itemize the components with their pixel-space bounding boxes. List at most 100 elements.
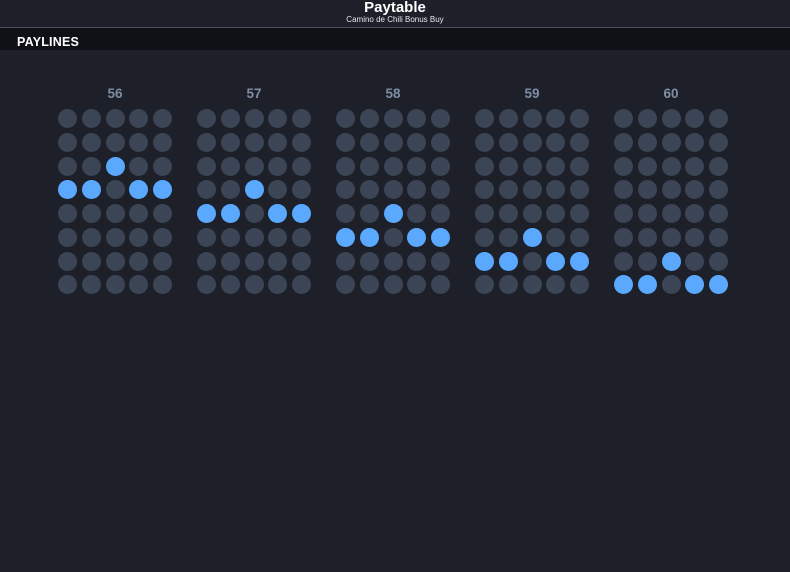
payline-dot — [359, 109, 379, 128]
payline-dot — [220, 156, 240, 176]
payline-grid — [473, 109, 591, 297]
payline-dot — [709, 227, 728, 247]
payline-number: 58 — [385, 86, 401, 101]
payline-dot — [431, 251, 450, 271]
payline-dot — [475, 109, 494, 128]
payline-dot — [637, 227, 657, 247]
payline-dot — [359, 156, 379, 176]
payline-dot — [292, 156, 311, 176]
payline-dot — [153, 156, 172, 176]
payline-dot — [244, 156, 264, 176]
payline-dot — [220, 275, 240, 295]
paytable-header: Paytable Camino de Chili Bonus Buy — [0, 0, 790, 28]
section-label: PAYLINES — [17, 35, 80, 49]
payline-dot — [407, 132, 427, 152]
payline-dot — [522, 204, 542, 223]
payline-dot — [614, 227, 633, 247]
payline-dot — [431, 132, 450, 152]
payline-number: 56 — [107, 86, 123, 101]
payline-dot — [197, 132, 216, 152]
payline-dot — [383, 275, 403, 295]
payline-dot-active — [336, 227, 355, 247]
payline-dot — [522, 251, 542, 271]
payline-dot — [105, 251, 125, 271]
payline-dot — [153, 204, 172, 223]
payline-dot — [685, 156, 705, 176]
payline-dot — [475, 180, 494, 200]
payline-dot-active — [197, 204, 216, 223]
payline-dot — [129, 132, 149, 152]
payline-number: 59 — [524, 86, 540, 101]
payline-dot — [709, 251, 728, 271]
payline-dot — [153, 251, 172, 271]
payline-dot — [522, 109, 542, 128]
payline-dot-active — [475, 251, 494, 271]
payline-dot — [475, 275, 494, 295]
payline-dot — [268, 109, 288, 128]
payline-dot — [244, 275, 264, 295]
payline-dot — [268, 251, 288, 271]
payline-dot-active — [498, 251, 518, 271]
payline-dot — [153, 109, 172, 128]
payline-dot — [129, 227, 149, 247]
payline-dot — [709, 180, 728, 200]
payline-dot — [359, 275, 379, 295]
payline-dot-active — [637, 275, 657, 295]
payline-number: 57 — [246, 86, 262, 101]
payline-dot — [661, 109, 681, 128]
payline-dot — [359, 251, 379, 271]
payline-dot — [268, 156, 288, 176]
payline-dot-active — [522, 227, 542, 247]
payline-dot — [292, 180, 311, 200]
payline-dot — [637, 132, 657, 152]
payline-dot — [407, 204, 427, 223]
payline-dot — [546, 275, 566, 295]
payline-dot — [685, 227, 705, 247]
payline-dot — [475, 132, 494, 152]
payline-dot — [336, 275, 355, 295]
payline-dot — [637, 156, 657, 176]
payline-dot — [407, 251, 427, 271]
payline-dot — [129, 109, 149, 128]
payline-dot — [197, 156, 216, 176]
payline-dot — [292, 275, 311, 295]
page-title: Paytable — [364, 0, 426, 16]
payline-dot — [359, 180, 379, 200]
payline-dot — [244, 251, 264, 271]
payline-dot — [220, 251, 240, 271]
game-subtitle: Camino de Chili Bonus Buy — [346, 15, 444, 24]
payline-dot — [268, 275, 288, 295]
payline-dot — [336, 132, 355, 152]
payline-dot-active — [709, 275, 728, 295]
payline-dot — [431, 275, 450, 295]
payline-dot — [81, 251, 101, 271]
payline-dot — [570, 180, 589, 200]
payline-dot — [336, 180, 355, 200]
payline-dot — [431, 109, 450, 128]
payline-dot — [292, 227, 311, 247]
payline-dot — [197, 275, 216, 295]
payline-dot — [383, 180, 403, 200]
payline-dot — [685, 109, 705, 128]
payline-dot — [105, 132, 125, 152]
payline-dot — [383, 109, 403, 128]
payline-dot — [614, 251, 633, 271]
payline-dot — [58, 204, 77, 223]
payline-dot — [570, 132, 589, 152]
payline-dot — [268, 132, 288, 152]
payline-dot — [58, 275, 77, 295]
payline-dot — [614, 204, 633, 223]
payline-dot — [498, 180, 518, 200]
payline-dot-active — [268, 204, 288, 223]
payline-dot — [614, 132, 633, 152]
payline-dot — [153, 227, 172, 247]
payline-dot — [614, 156, 633, 176]
payline-grid — [334, 109, 452, 297]
payline-dot — [546, 132, 566, 152]
payline-dot — [637, 109, 657, 128]
payline-dot-active — [292, 204, 311, 223]
payline-dot — [614, 109, 633, 128]
payline-dot — [661, 180, 681, 200]
payline-dot — [292, 132, 311, 152]
payline-dot — [661, 156, 681, 176]
